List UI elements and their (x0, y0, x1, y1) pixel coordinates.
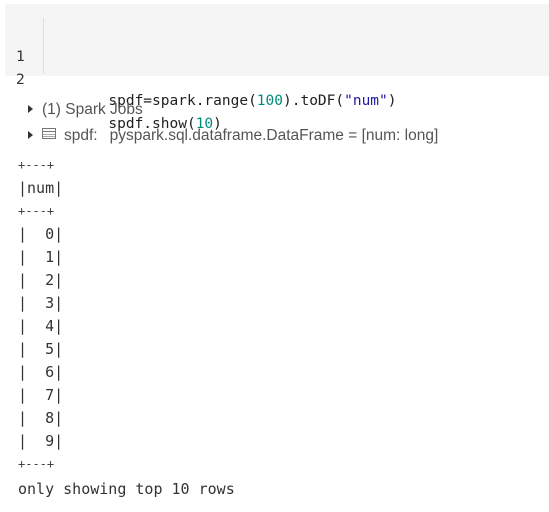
table-header: |num| (18, 179, 64, 197)
table-row: | 9| (18, 432, 64, 450)
dataframe-name: spdf: (64, 127, 98, 144)
table-row: | 1| (18, 248, 64, 266)
table-border-bottom: +---+ (18, 457, 55, 471)
table-row: | 7| (18, 386, 64, 404)
table-row: | 2| (18, 271, 64, 289)
spark-jobs-label: (1) Spark Jobs (42, 101, 143, 118)
code-token-string: "num" (344, 93, 388, 109)
caret-right-icon[interactable] (28, 104, 33, 113)
dataframe-schema-toggle[interactable]: spdf: pyspark.sql.dataframe.DataFrame = [… (28, 125, 438, 147)
table-border-mid: +---+ (18, 204, 55, 218)
table-row: | 4| (18, 317, 64, 335)
line-number: 2 (16, 72, 25, 88)
table-row: | 3| (18, 294, 64, 312)
table-icon (42, 128, 56, 140)
table-row: | 5| (18, 340, 64, 358)
spark-jobs-toggle[interactable]: (1) Spark Jobs (28, 99, 143, 121)
code-token: ).toDF( (283, 93, 345, 109)
table-row: | 6| (18, 363, 64, 381)
code-line-2: 2 spdf.show(10) (5, 47, 549, 132)
code-cell[interactable]: 1 spdf=spark.range(100).toDF("num") 2 sp… (5, 4, 549, 132)
table-border-top: +---+ (18, 158, 55, 172)
caret-right-icon[interactable] (28, 130, 33, 139)
code-token-number: 100 (256, 93, 283, 109)
table-row: | 0| (18, 225, 64, 243)
show-footer-note: only showing top 10 rows (18, 480, 235, 498)
table-row: | 8| (18, 409, 64, 427)
code-line-1: 1 spdf=spark.range(100).toDF("num") (5, 24, 549, 109)
dataframe-type: pyspark.sql.dataframe.DataFrame = [num: … (109, 127, 439, 144)
code-token: ) (387, 93, 397, 109)
show-output-table: +---+ |num| +---+ | 0| | 1| | 2| | 3| | … (18, 154, 63, 476)
